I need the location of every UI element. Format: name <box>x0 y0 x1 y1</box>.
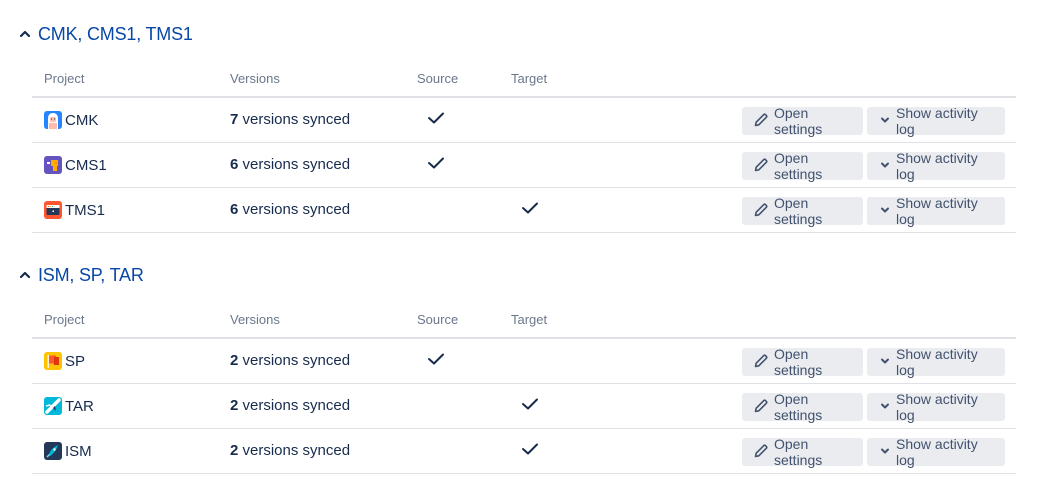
versions-label: versions synced <box>238 352 351 369</box>
versions-cell: 2 versions synced <box>230 352 350 369</box>
open-settings-button[interactable]: Open settings <box>742 105 863 137</box>
show-activity-log-button[interactable]: Show activity log <box>867 436 1005 468</box>
project-cell: CMS1 <box>44 155 107 175</box>
column-header-versions: Versions <box>230 71 280 86</box>
versions-label: versions synced <box>238 397 351 414</box>
target-check-icon <box>521 200 539 216</box>
chevron-down-icon <box>879 113 891 129</box>
column-header-versions: Versions <box>230 312 280 327</box>
project-cell: ISM <box>44 441 92 461</box>
project-cell: SP <box>44 351 85 371</box>
drill-avatar-icon <box>44 156 62 174</box>
column-header-source: Source <box>417 71 459 86</box>
versions-cell: 2 versions synced <box>230 397 350 414</box>
versions-cell: 6 versions synced <box>230 201 350 218</box>
show-activity-log-label: Show activity log <box>896 346 978 378</box>
rocket-avatar-icon <box>44 442 62 460</box>
target-check-icon <box>521 396 539 412</box>
column-header-source: Source <box>417 312 459 327</box>
chevron-down-icon <box>879 203 891 219</box>
project-name[interactable]: CMS1 <box>65 157 107 174</box>
project-name[interactable]: TAR <box>65 398 94 415</box>
column-header-project: Project <box>44 71 85 86</box>
table-row: CMK 7 versions synced Open settings Show… <box>32 98 1016 143</box>
chevron-up-icon <box>18 268 32 282</box>
source-check-icon <box>427 155 445 171</box>
show-activity-log-button[interactable]: Show activity log <box>867 105 1005 137</box>
open-settings-button[interactable]: Open settings <box>742 195 863 227</box>
show-activity-log-label: Show activity log <box>896 436 978 468</box>
table-row: TMS1 6 versions synced Open settings Sho… <box>32 188 1016 233</box>
versions-label: versions synced <box>238 442 351 459</box>
source-check-icon <box>427 351 445 367</box>
show-activity-log-label: Show activity log <box>896 105 978 137</box>
group-toggle[interactable]: ISM, SP, TAR <box>18 263 144 287</box>
open-settings-button[interactable]: Open settings <box>742 391 863 423</box>
project-name[interactable]: SP <box>65 353 85 370</box>
table-header: Project Versions Source Target <box>32 62 1016 98</box>
show-activity-log-label: Show activity log <box>896 391 978 423</box>
pencil-icon <box>753 202 769 221</box>
project-cell: TAR <box>44 396 94 416</box>
table-row: TAR 2 versions synced Open settings Show… <box>32 384 1016 429</box>
group-toggle[interactable]: CMK, CMS1, TMS1 <box>18 22 193 46</box>
flag-avatar-icon <box>44 352 62 370</box>
pencil-icon <box>753 443 769 462</box>
table-row: ISM 2 versions synced Open settings Show… <box>32 429 1016 474</box>
pencil-icon <box>753 112 769 131</box>
chevron-down-icon <box>879 158 891 174</box>
browser-window-avatar-icon <box>44 201 62 219</box>
show-activity-log-button[interactable]: Show activity log <box>867 346 1005 378</box>
airplane-avatar-icon <box>44 397 62 415</box>
projects-table: Project Versions Source Target CMK 7 ver… <box>32 62 1016 233</box>
show-activity-log-button[interactable]: Show activity log <box>867 150 1005 182</box>
versions-label: versions synced <box>238 201 351 218</box>
versions-cell: 7 versions synced <box>230 111 350 128</box>
show-activity-log-button[interactable]: Show activity log <box>867 195 1005 227</box>
project-name[interactable]: CMK <box>65 112 98 129</box>
column-header-target: Target <box>511 71 548 86</box>
open-settings-button[interactable]: Open settings <box>742 436 863 468</box>
table-row: SP 2 versions synced Open settings Show … <box>32 339 1016 384</box>
versions-label: versions synced <box>238 156 351 173</box>
pencil-icon <box>753 157 769 176</box>
pencil-icon <box>753 398 769 417</box>
yeti-avatar-icon <box>44 111 62 129</box>
open-settings-label: Open settings <box>774 391 823 423</box>
project-cell: TMS1 <box>44 200 105 220</box>
project-name[interactable]: TMS1 <box>65 202 105 219</box>
pencil-icon <box>753 353 769 372</box>
chevron-down-icon <box>879 354 891 370</box>
column-header-target: Target <box>511 312 548 327</box>
open-settings-label: Open settings <box>774 436 823 468</box>
open-settings-button[interactable]: Open settings <box>742 346 863 378</box>
versions-label: versions synced <box>238 111 351 128</box>
projects-table: Project Versions Source Target SP 2 vers… <box>32 303 1016 474</box>
open-settings-label: Open settings <box>774 150 823 182</box>
target-check-icon <box>521 441 539 457</box>
chevron-up-icon <box>18 27 32 41</box>
group-title[interactable]: CMK, CMS1, TMS1 <box>38 24 193 45</box>
project-cell: CMK <box>44 110 98 130</box>
show-activity-log-button[interactable]: Show activity log <box>867 391 1005 423</box>
open-settings-button[interactable]: Open settings <box>742 150 863 182</box>
table-header: Project Versions Source Target <box>32 303 1016 339</box>
column-header-project: Project <box>44 312 85 327</box>
versions-cell: 6 versions synced <box>230 156 350 173</box>
show-activity-log-label: Show activity log <box>896 195 978 227</box>
chevron-down-icon <box>879 444 891 460</box>
show-activity-log-label: Show activity log <box>896 150 978 182</box>
open-settings-label: Open settings <box>774 105 823 137</box>
project-name[interactable]: ISM <box>65 443 92 460</box>
chevron-down-icon <box>879 399 891 415</box>
open-settings-label: Open settings <box>774 195 823 227</box>
table-row: CMS1 6 versions synced Open settings Sho… <box>32 143 1016 188</box>
source-check-icon <box>427 110 445 126</box>
open-settings-label: Open settings <box>774 346 823 378</box>
group-title[interactable]: ISM, SP, TAR <box>38 265 144 286</box>
versions-cell: 2 versions synced <box>230 442 350 459</box>
